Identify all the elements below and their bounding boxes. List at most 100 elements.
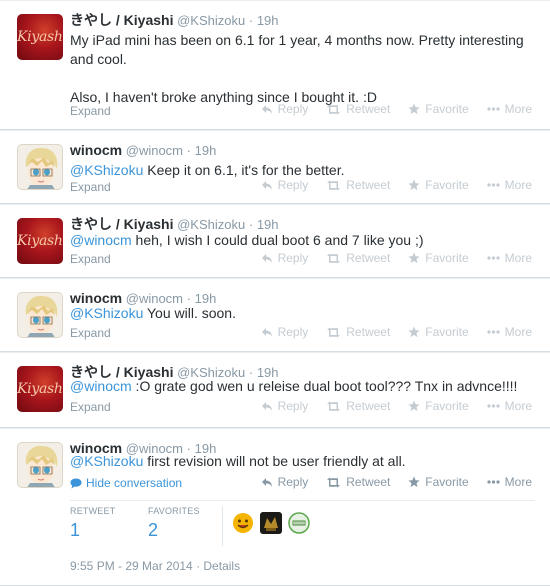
- reply-button[interactable]: Reply: [261, 251, 309, 265]
- more-button[interactable]: More: [487, 178, 532, 192]
- favorite-button[interactable]: Favorite: [408, 399, 469, 413]
- tweet-actions: Reply Retweet Favorite More: [261, 475, 532, 489]
- retweet-icon: [327, 401, 341, 411]
- avatar-kiyashi[interactable]: Kiyashi: [17, 218, 63, 264]
- tweet-actions: Reply Retweet Favorite More: [261, 399, 532, 413]
- expand-link[interactable]: Expand: [70, 180, 111, 194]
- favorite-button[interactable]: Favorite: [408, 102, 469, 116]
- star-icon: [408, 400, 420, 412]
- hide-conversation-label: Hide conversation: [86, 476, 183, 490]
- expand-link[interactable]: Expand: [70, 400, 111, 414]
- mention-link[interactable]: @KShizoku: [70, 162, 143, 178]
- retweet-label: Retweet: [346, 399, 391, 413]
- retweet-button[interactable]: Retweet: [326, 475, 390, 489]
- more-dots-icon: [487, 404, 500, 408]
- tweet-timestamp[interactable]: 9:55 PM - 29 Mar 2014 · Details: [70, 559, 240, 573]
- retweet-button[interactable]: Retweet: [326, 325, 390, 339]
- retweet-button[interactable]: Retweet: [326, 102, 390, 116]
- favorite-label: Favorite: [425, 399, 469, 413]
- retweet-icon: [327, 180, 341, 190]
- mention-link[interactable]: @KShizoku: [70, 305, 143, 321]
- mention-link[interactable]: @winocm: [70, 232, 132, 248]
- expand-link[interactable]: Expand: [70, 104, 111, 118]
- avatar-kiyashi[interactable]: Kiyashi: [17, 14, 63, 60]
- anime-avatar-image: [25, 295, 58, 337]
- stats-divider: [222, 506, 223, 546]
- tweet-header: winocm @winocm · 19h: [70, 141, 216, 160]
- expand-link[interactable]: Expand: [70, 252, 111, 266]
- username[interactable]: @KShizoku: [177, 13, 245, 28]
- retweet-label: Retweet: [346, 475, 391, 489]
- tweet-actions: Reply Retweet Favorite More: [261, 325, 532, 339]
- divider: [70, 500, 535, 501]
- tweet-text: @winocm heh, I wish I could dual boot 6 …: [70, 231, 535, 250]
- username[interactable]: @KShizoku: [177, 217, 245, 232]
- tweet-item[interactable]: winocm @winocm · 19h @KShizoku You will.…: [0, 278, 550, 352]
- more-button[interactable]: More: [487, 251, 532, 265]
- username[interactable]: @winocm: [126, 143, 183, 158]
- retweet-button[interactable]: Retweet: [326, 178, 390, 192]
- favorites-stat[interactable]: FAVORITES 2: [148, 506, 226, 546]
- reply-button[interactable]: Reply: [261, 102, 309, 116]
- hide-conversation-link[interactable]: Hide conversation: [70, 476, 182, 490]
- tweet-item[interactable]: Kiyashi きやし / Kiyashi @KShizoku · 19h My…: [0, 0, 550, 130]
- star-icon: [408, 103, 420, 115]
- more-button[interactable]: More: [487, 325, 532, 339]
- tweet-body: heh, I wish I could dual boot 6 and 7 li…: [131, 232, 424, 248]
- tweet-actions: Reply Retweet Favorite More: [261, 251, 532, 265]
- retweet-icon: [327, 327, 341, 337]
- avatar-logo-text: Kiyashi: [17, 381, 63, 397]
- favorite-button[interactable]: Favorite: [408, 178, 469, 192]
- anime-avatar-image: [25, 445, 58, 487]
- tweet-time[interactable]: 19h: [195, 143, 217, 158]
- favorite-label: Favorite: [425, 178, 469, 192]
- favoriter-avatar-dark[interactable]: [260, 512, 282, 534]
- avatar-kiyashi[interactable]: Kiyashi: [17, 366, 63, 412]
- favorite-button[interactable]: Favorite: [408, 475, 469, 489]
- tweet-time[interactable]: 19h: [257, 217, 279, 232]
- reply-icon: [261, 104, 272, 114]
- fullname[interactable]: きやし / Kiyashi: [70, 12, 173, 28]
- favorite-label: Favorite: [425, 251, 469, 265]
- mention-link[interactable]: @winocm: [70, 378, 132, 394]
- more-button[interactable]: More: [487, 475, 532, 489]
- reply-button[interactable]: Reply: [261, 178, 308, 192]
- tweet-item[interactable]: Kiyashi きやし / Kiyashi @KShizoku · 19h @w…: [0, 204, 550, 278]
- reply-button[interactable]: Reply: [261, 325, 309, 339]
- reply-label: Reply: [277, 102, 309, 116]
- reply-button[interactable]: Reply: [261, 399, 308, 413]
- tweet-body: first revision will not be user friendly…: [143, 453, 406, 469]
- tweet-time[interactable]: 19h: [257, 13, 279, 28]
- favorite-label: Favorite: [425, 475, 469, 489]
- reply-icon: [261, 253, 272, 263]
- reply-button[interactable]: Reply: [261, 475, 308, 489]
- fullname[interactable]: きやし / Kiyashi: [70, 216, 173, 232]
- favoriter-avatar-green[interactable]: [288, 512, 310, 534]
- avatar-winocm[interactable]: [17, 292, 63, 338]
- retweet-button[interactable]: Retweet: [326, 251, 390, 265]
- expand-link[interactable]: Expand: [70, 326, 111, 340]
- more-dots-icon: [487, 183, 500, 187]
- more-button[interactable]: More: [487, 102, 532, 116]
- more-button[interactable]: More: [487, 399, 532, 413]
- conversation-thread: Kiyashi きやし / Kiyashi @KShizoku · 19h My…: [0, 0, 550, 586]
- reply-label: Reply: [277, 325, 309, 339]
- favorite-button[interactable]: Favorite: [408, 251, 469, 265]
- tweet-body: Keep it on 6.1, it's for the better.: [143, 162, 345, 178]
- mention-link[interactable]: @KShizoku: [70, 453, 143, 469]
- favorite-button[interactable]: Favorite: [408, 325, 469, 339]
- avatar-winocm[interactable]: [17, 144, 63, 190]
- tweet-item[interactable]: Kiyashi きやし / Kiyashi @KShizoku · 19h @w…: [0, 352, 550, 428]
- tweet-actions: Reply Retweet Favorite More: [261, 102, 532, 116]
- retweet-stat[interactable]: RETWEET 1: [70, 506, 148, 546]
- tweet-item[interactable]: winocm @winocm · 19h @KShizoku Keep it o…: [0, 130, 550, 204]
- fullname[interactable]: winocm: [70, 142, 122, 158]
- more-label: More: [504, 251, 532, 265]
- star-icon: [408, 476, 420, 488]
- favoriter-avatar-smiley[interactable]: [232, 512, 254, 534]
- avatar-winocm[interactable]: [17, 442, 63, 488]
- retweet-label: Retweet: [346, 102, 391, 116]
- reply-label: Reply: [277, 251, 309, 265]
- more-label: More: [504, 102, 532, 116]
- retweet-button[interactable]: Retweet: [326, 399, 390, 413]
